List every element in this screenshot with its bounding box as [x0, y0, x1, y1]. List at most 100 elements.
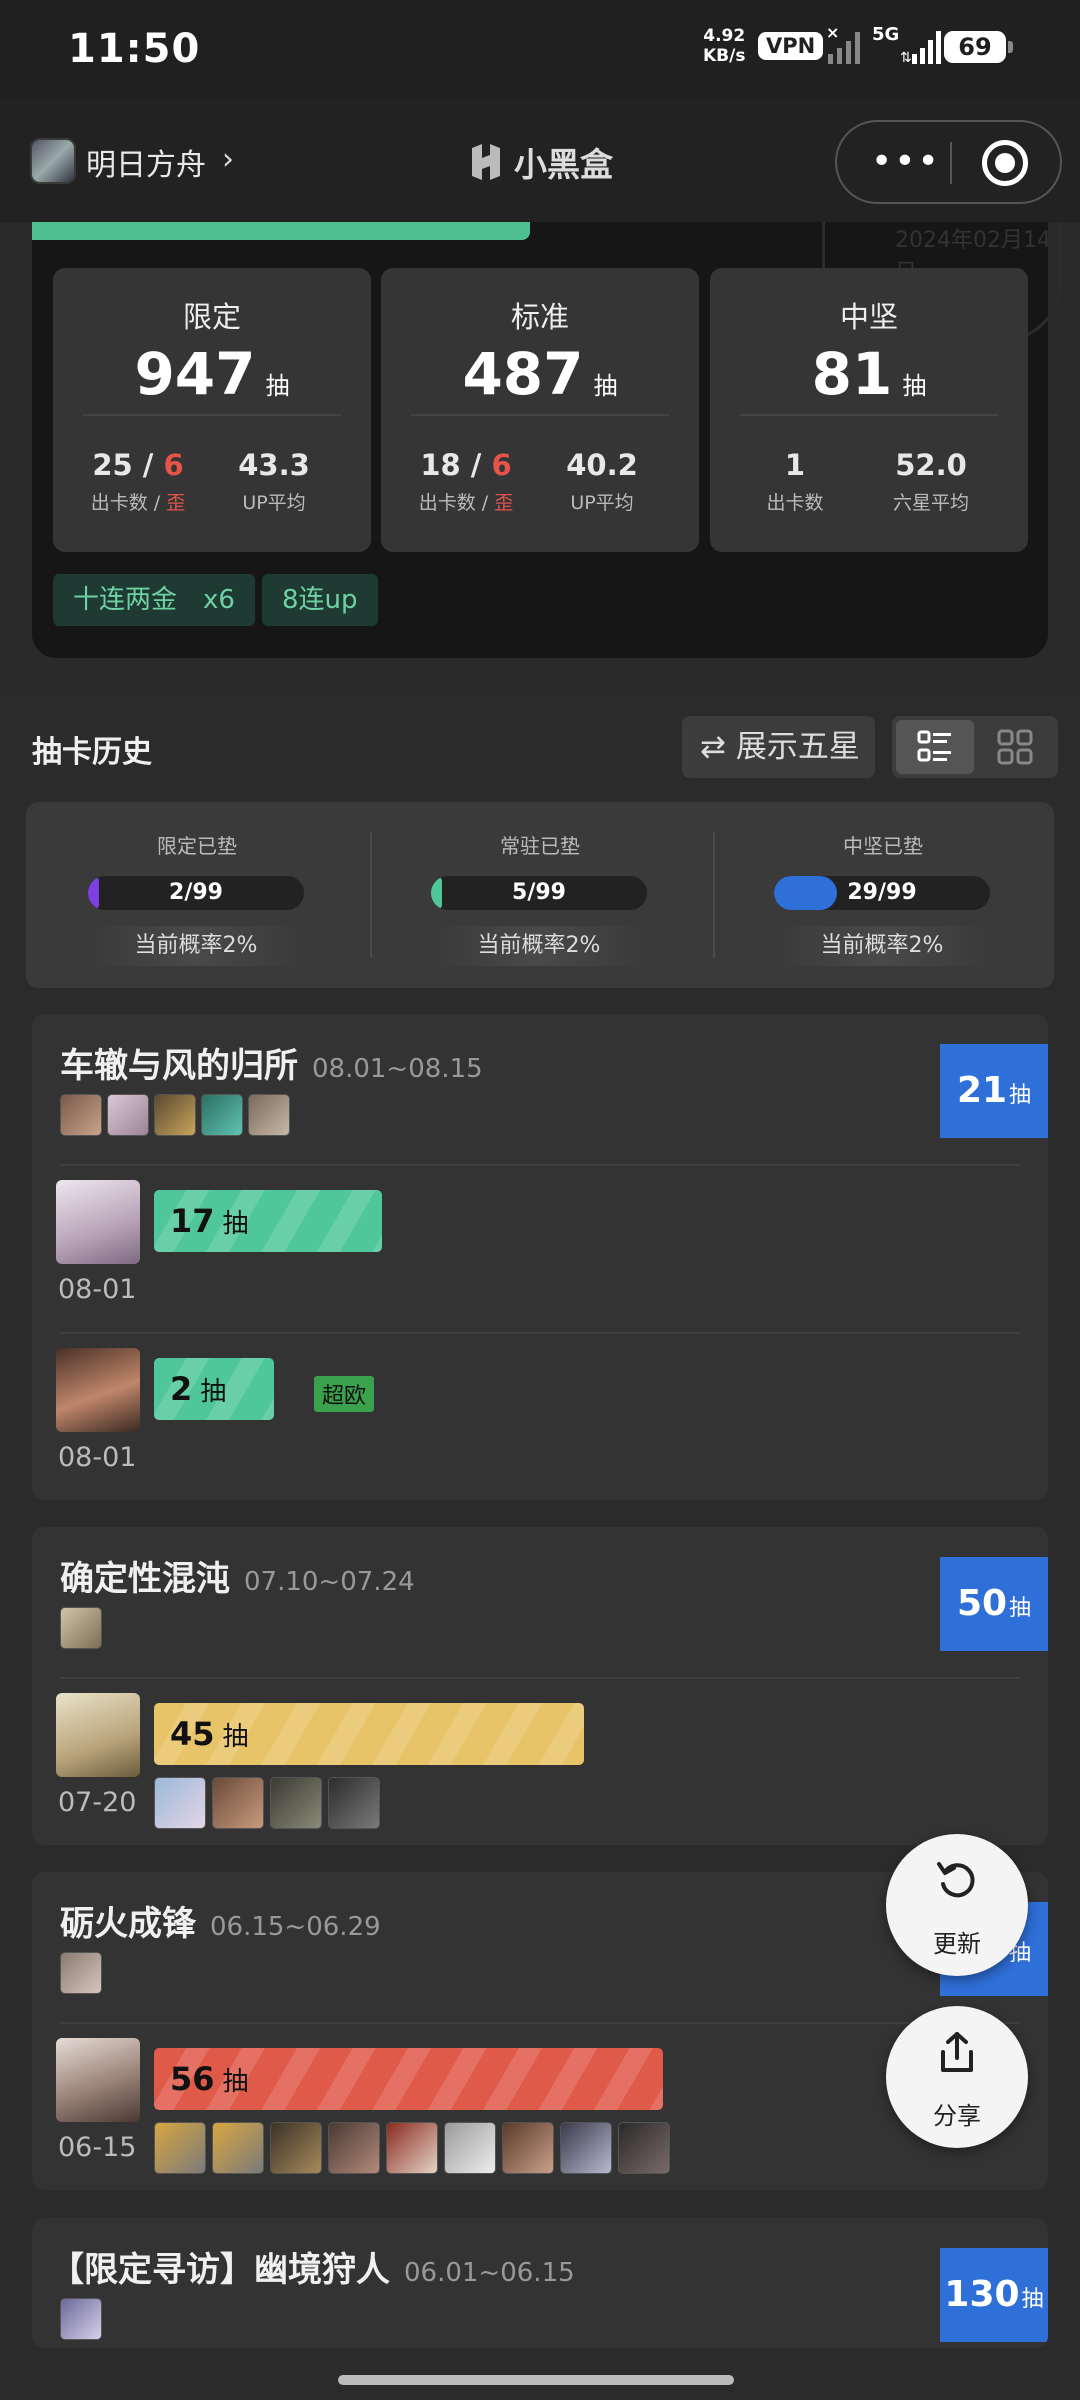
operator-avatar [270, 1777, 322, 1829]
view-mode-toggle [892, 716, 1058, 778]
six-star-average-value: 52.0 [895, 448, 967, 482]
banner-title: 车辙与风的归所 08.01~08.15 [60, 1038, 483, 1087]
pull-count-unit: 抽 [200, 1377, 227, 1407]
network-speed-value: 4.92 [703, 26, 746, 46]
banner-title: 【限定寻访】幽境狩人 06.01~06.15 [50, 2242, 575, 2291]
stat-total: 947 抽 [53, 340, 371, 408]
game-avatar[interactable] [30, 138, 76, 184]
top-nav: 明日方舟 › 小黑盒 ••• [0, 100, 1080, 222]
pull-count-bar: 2抽 [154, 1358, 275, 1420]
pull-date: 08-01 [58, 1442, 137, 1473]
lost-key: 歪 [494, 492, 514, 514]
pull-record-row[interactable]: 45 抽 07-20 [56, 1693, 1016, 1829]
operator-avatar [444, 2122, 496, 2174]
pull-count-number: 2 [170, 1370, 193, 1408]
banner-pull-unit: 抽 [1009, 1596, 1032, 1621]
svg-text:×: × [826, 26, 839, 42]
network-speed: 4.92 KB/s [703, 26, 745, 66]
up-average-value: 40.2 [566, 448, 638, 482]
pity-core: 中坚已垫 29/99 当前概率2% [712, 802, 1054, 988]
pull-count-bar: 17 抽 [154, 1190, 383, 1252]
six-star-average-key: 六星平均 [892, 492, 969, 514]
divider [60, 2022, 1020, 2024]
stat-total: 487 抽 [381, 340, 699, 408]
show-five-star-button[interactable]: ⇄ 展示五星 [682, 716, 875, 778]
operator-avatar [270, 2122, 322, 2174]
pull-record-row[interactable]: 2抽 超欧 08-01 [56, 1348, 1016, 1478]
banner-pull-count: 50抽 [940, 1557, 1048, 1651]
banner-pull-number: 21 [956, 1070, 1008, 1111]
brand: 小黑盒 [468, 138, 613, 186]
pity-bar: 2/99 [88, 876, 304, 910]
pull-record-row[interactable]: 56 抽 06-15 [56, 2038, 1016, 2174]
banner-name: 车辙与风的归所 [60, 1046, 298, 1086]
operator-avatar [60, 1607, 102, 1649]
operator-avatar [502, 2122, 554, 2174]
cards-count-key: 出卡数 [766, 492, 824, 514]
banner-name: 【限定寻访】幽境狩人 [50, 2250, 390, 2290]
operator-avatar [248, 1094, 290, 1136]
stat-up-average: 43.3 UP平均 [199, 448, 349, 515]
cards-count-key: 出卡数 / [90, 492, 167, 514]
lost-count-value: 6 [163, 448, 184, 482]
status-bar: 11:50 4.92 KB/s VPN × 5G ⇅ 69 [0, 0, 1080, 100]
signal-icon-sim2: ⇅ [900, 31, 941, 66]
banner-dates: 07.10~07.24 [244, 1567, 415, 1597]
battery-indicator: 69 [944, 31, 1013, 63]
list-view-icon [917, 730, 951, 762]
stat-cards-count: 18 / 6 出卡数 / 歪 [418, 448, 514, 514]
share-icon [941, 2032, 973, 2072]
operator-avatar [212, 1777, 264, 1829]
grid-view-button[interactable] [976, 720, 1054, 774]
more-icon[interactable]: ••• [871, 144, 941, 180]
up-average-key: UP平均 [242, 492, 306, 514]
banner-title: 确定性混沌 07.10~07.24 [60, 1551, 415, 1600]
five-star-avatars [154, 1777, 380, 1829]
cards-count-key: 出卡数 / [418, 492, 495, 514]
operator-avatar [560, 2122, 612, 2174]
lost-count-value: 6 [491, 448, 512, 482]
cards-count-value: 1 [784, 448, 806, 482]
chevron-right-icon[interactable]: › [222, 142, 234, 177]
stat-total-unit: 抽 [593, 372, 618, 400]
capsule-divider [950, 142, 952, 184]
stat-cards-count: 25 / 6 出卡数 / 歪 [90, 448, 186, 514]
banner-pull-unit: 抽 [1009, 1083, 1032, 1108]
banner-pull-count: 130抽 [940, 2248, 1048, 2342]
banner-card[interactable]: 【限定寻访】幽境狩人 06.01~06.15 130抽 [32, 2218, 1048, 2348]
stat-card-core: 中坚 81 抽 1 出卡数 52.0 六星平均 [710, 268, 1028, 552]
pull-count-number: 17 [170, 1202, 215, 1240]
pity-limited: 限定已垫 2/99 当前概率2% [26, 802, 368, 988]
cards-count-value: 25 [92, 448, 133, 482]
pull-count-bar: 45 抽 [154, 1703, 584, 1765]
operator-avatar [60, 1094, 102, 1136]
summary-accent-bar [32, 222, 530, 240]
share-button[interactable]: 分享 [886, 2006, 1028, 2148]
stat-total-number: 487 [462, 340, 584, 408]
pity-rate: 当前概率2% [431, 926, 647, 966]
clock: 11:50 [68, 26, 201, 72]
stat-cards-count: 1 出卡数 [720, 448, 870, 515]
home-indicator[interactable] [338, 2375, 734, 2385]
divider [60, 1164, 1020, 1166]
pity-title: 限定已垫 [157, 834, 237, 858]
refresh-button[interactable]: 更新 [886, 1834, 1028, 1976]
banner-title: 砺火成锋 06.15~06.29 [60, 1896, 381, 1945]
refresh-icon [937, 1862, 975, 1898]
pity-bar-value: 2/99 [169, 880, 223, 905]
operator-portrait [56, 2038, 140, 2122]
close-target-icon[interactable] [982, 140, 1028, 186]
stat-total-number: 947 [134, 340, 256, 408]
brand-name: 小黑盒 [514, 145, 613, 184]
game-name[interactable]: 明日方舟 [86, 140, 206, 184]
operator-avatar [60, 2298, 102, 2340]
banner-card[interactable]: 确定性混沌 07.10~07.24 50抽 45 抽 07-20 [32, 1527, 1048, 1845]
stat-six-star-average: 52.0 六星平均 [856, 448, 1006, 515]
pity-bar-value: 29/99 [847, 880, 917, 905]
banner-card[interactable]: 车辙与风的归所 08.01~08.15 21抽 17 抽 08-01 2抽 超欧 0… [32, 1014, 1048, 1500]
banner-dates: 08.01~08.15 [312, 1054, 483, 1084]
pull-record-row[interactable]: 17 抽 08-01 [56, 1180, 1016, 1310]
list-view-button[interactable] [896, 720, 974, 774]
stat-label: 中坚 [839, 300, 898, 334]
up-average-key: UP平均 [570, 492, 634, 514]
